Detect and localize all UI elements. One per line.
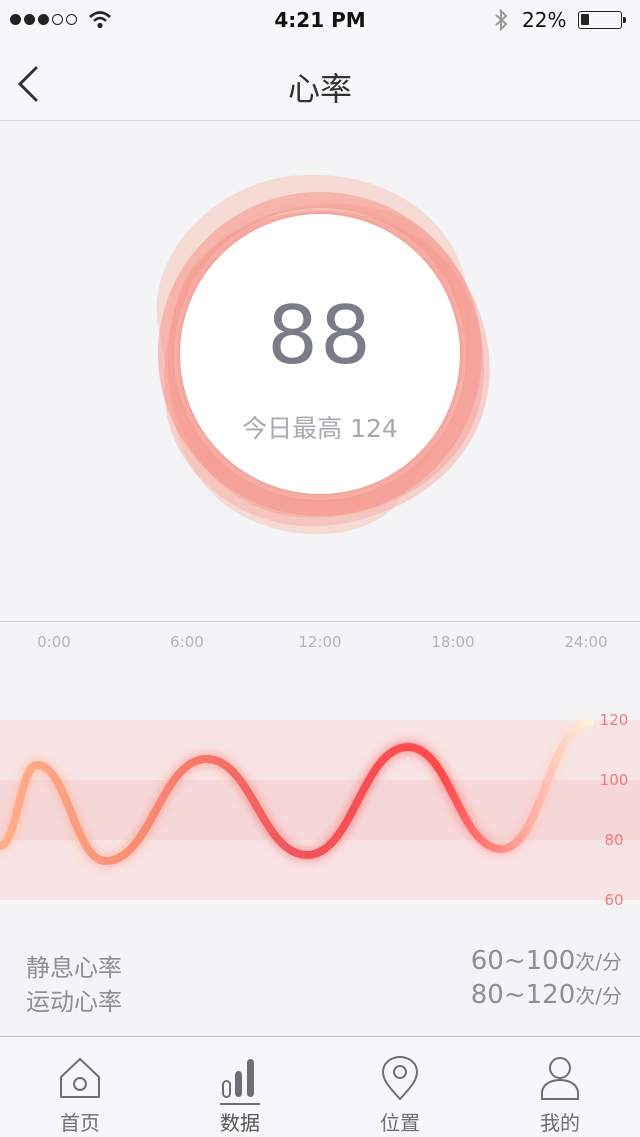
tab-profile[interactable]: 我的 — [480, 1037, 640, 1137]
nav-bar: 心率 — [0, 40, 640, 121]
today-max-heart-rate: 今日最高 124 — [242, 414, 398, 443]
y-tick-label: 60 — [604, 891, 623, 909]
bar-chart-icon — [222, 1059, 254, 1098]
active-tab-indicator — [220, 1103, 260, 1105]
battery-icon — [578, 11, 626, 29]
exercise-hr-value: 80~120 — [470, 980, 576, 1010]
home-icon — [60, 1058, 100, 1098]
resting-hr-range: 60~100次/分 — [471, 946, 622, 976]
heart-rate-ranges: 静息心率 运动心率 60~100次/分 80~120次/分 — [0, 940, 640, 1036]
page-title: 心率 — [287, 70, 352, 108]
tab-location-label: 位置 — [380, 1111, 420, 1135]
y-tick-label: 80 — [604, 831, 623, 849]
heart-rate-chart: 0:00 6:00 12:00 18:00 24:00 120 100 80 60 — [0, 633, 640, 909]
x-tick-label: 24:00 — [564, 633, 607, 651]
tab-data[interactable]: 数据 — [160, 1037, 320, 1137]
exercise-hr-unit: 次/分 — [575, 984, 622, 1008]
y-tick-label: 100 — [600, 771, 629, 789]
x-tick-label: 12:00 — [298, 633, 341, 651]
exercise-hr-label: 运动心率 — [26, 988, 122, 1016]
exercise-hr-range: 80~120次/分 — [471, 980, 622, 1010]
current-heart-rate: 88 — [267, 289, 373, 382]
x-tick-label: 18:00 — [431, 633, 474, 651]
resting-hr-unit: 次/分 — [575, 950, 622, 974]
battery-percentage: 22% — [522, 8, 567, 32]
bluetooth-icon — [495, 8, 508, 32]
tab-bar: 首页 数据 位置 我的 — [0, 1036, 640, 1137]
tab-home[interactable]: 首页 — [0, 1037, 160, 1137]
user-icon — [541, 1057, 579, 1100]
tab-profile-label: 我的 — [540, 1111, 580, 1135]
x-tick-label: 0:00 — [37, 633, 71, 651]
resting-hr-label: 静息心率 — [26, 954, 122, 982]
tab-home-label: 首页 — [60, 1111, 100, 1135]
y-tick-label: 120 — [600, 711, 629, 729]
heart-rate-gauge: 88 今日最高 124 — [0, 121, 640, 621]
x-tick-label: 6:00 — [170, 633, 204, 651]
tab-location[interactable]: 位置 — [320, 1037, 480, 1137]
location-pin-icon — [381, 1055, 419, 1101]
status-bar: 4:21 PM 22% — [0, 0, 640, 40]
tab-data-label: 数据 — [220, 1111, 260, 1135]
resting-hr-value: 60~100 — [470, 946, 576, 976]
